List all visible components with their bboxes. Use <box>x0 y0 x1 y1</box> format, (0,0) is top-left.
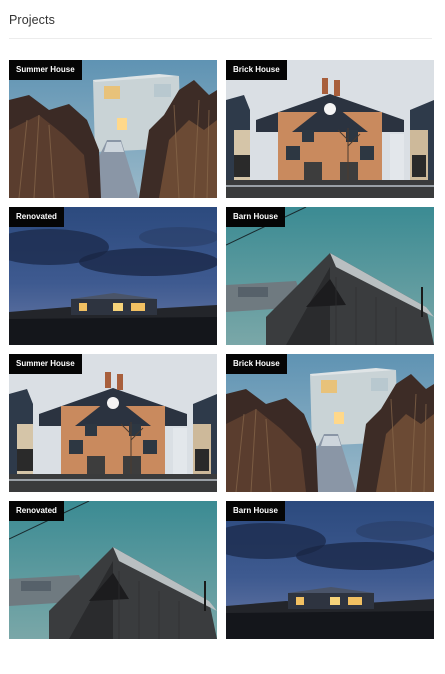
project-grid: Summer House Brick House Renovated Barn … <box>9 60 434 639</box>
project-label: Barn House <box>226 207 285 227</box>
project-thumbnail <box>226 60 434 198</box>
project-thumbnail <box>9 60 217 198</box>
project-card[interactable]: Renovated <box>9 207 217 345</box>
project-thumbnail <box>9 501 217 639</box>
project-thumbnail <box>9 354 217 492</box>
project-card[interactable]: Summer House <box>9 60 217 198</box>
project-label: Renovated <box>9 501 64 521</box>
project-card[interactable]: Brick House <box>226 60 434 198</box>
project-label: Barn House <box>226 501 285 521</box>
page-header: Projects <box>0 0 445 40</box>
project-card[interactable]: Brick House <box>226 354 434 492</box>
header-divider <box>9 38 432 39</box>
project-label: Renovated <box>9 207 64 227</box>
project-card[interactable]: Summer House <box>9 354 217 492</box>
project-label: Brick House <box>226 60 287 80</box>
project-thumbnail <box>226 354 434 492</box>
projects-page: Projects Summer House Brick House Renova… <box>0 0 445 674</box>
project-label: Brick House <box>226 354 287 374</box>
project-thumbnail <box>9 207 217 345</box>
project-label: Summer House <box>9 354 82 374</box>
project-card[interactable]: Renovated <box>9 501 217 639</box>
project-thumbnail <box>226 207 434 345</box>
project-card[interactable]: Barn House <box>226 207 434 345</box>
project-card[interactable]: Barn House <box>226 501 434 639</box>
page-title: Projects <box>9 13 55 27</box>
project-label: Summer House <box>9 60 82 80</box>
project-thumbnail <box>226 501 434 639</box>
